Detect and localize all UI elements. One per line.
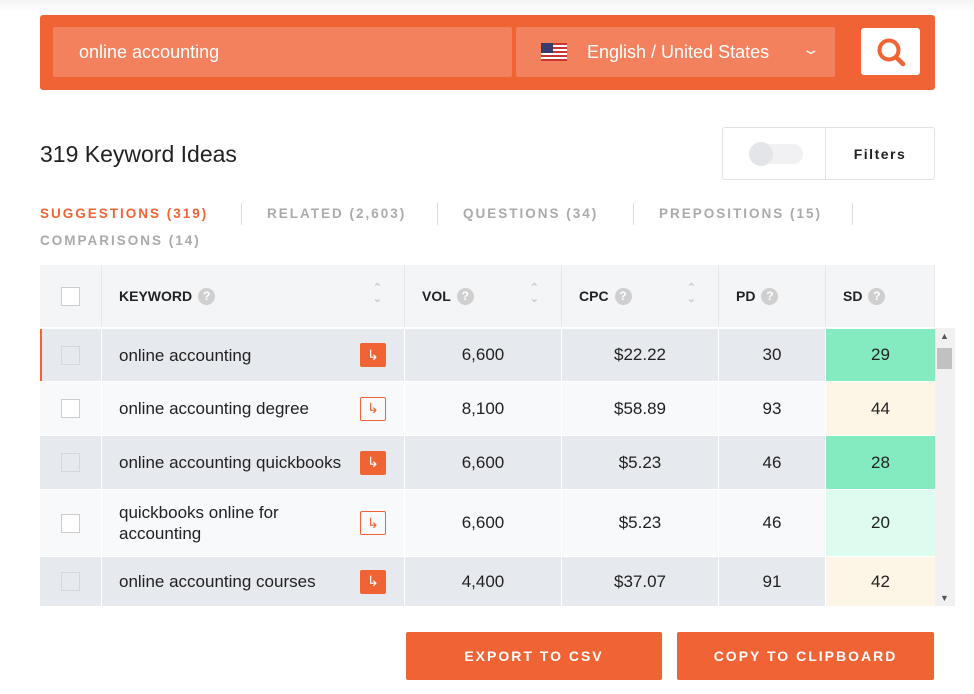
add-to-list-arrow-icon[interactable]: ↳ [360,343,386,367]
export-csv-button[interactable]: EXPORT TO CSV [406,632,662,680]
pd-cell: 91 [719,557,826,606]
page-title: 319 Keyword Ideas [40,141,237,167]
scrollbar-thumb[interactable] [937,348,952,369]
select-all-checkbox[interactable] [61,286,80,306]
filters-panel: Filters [722,127,935,180]
row-checkbox[interactable] [61,345,80,365]
search-bar: English / United States ⌄ [40,15,935,90]
table-row[interactable]: quickbooks online for accounting ↳ 6,600 … [40,489,935,556]
tab-suggestions[interactable]: SUGGESTIONS (319) [40,206,208,221]
col-vol[interactable]: VOL [422,288,451,304]
row-checkbox[interactable] [61,572,80,591]
table-header: KEYWORD? ⌃ ⌄ VOL? ⌃ ⌄ CPC? ⌃ ⌄ PD? SD? [40,265,935,327]
table-row[interactable]: online accounting quickbooks ↳ 6,600 $5.2… [40,435,935,489]
vol-cell: 6,600 [405,436,562,489]
cpc-cell: $5.23 [562,490,719,556]
sd-cell: 44 [826,382,935,435]
vol-cell: 6,600 [405,329,562,381]
col-cpc[interactable]: CPC [579,288,609,304]
pd-cell: 93 [719,382,826,435]
sort-icon[interactable]: ⌃ ⌄ [373,283,382,305]
help-icon[interactable]: ? [456,287,474,305]
copy-clipboard-button[interactable]: COPY TO CLIPBOARD [677,632,934,680]
tab-related[interactable]: RELATED (2,603) [267,206,406,221]
sort-icon[interactable]: ⌃ ⌄ [530,283,539,305]
tab-divider [852,203,853,225]
sd-cell: 28 [826,436,935,489]
cpc-cell: $22.22 [562,329,719,381]
add-to-list-arrow-icon[interactable]: ↳ [360,569,386,594]
top-shadow [0,0,974,12]
row-checkbox[interactable] [61,399,80,418]
cpc-cell: $58.89 [562,382,719,435]
search-button[interactable] [861,28,920,75]
help-icon[interactable]: ? [614,287,632,305]
pd-cell: 30 [719,329,826,381]
scroll-down-icon[interactable]: ▼ [940,593,949,603]
add-to-list-arrow-icon[interactable]: ↳ [360,511,386,535]
pd-cell: 46 [719,490,826,556]
us-flag-icon [541,43,567,61]
locale-label: English / United States [587,41,770,62]
keyword-cell: online accounting [119,345,252,365]
sd-cell: 29 [826,329,935,381]
keyword-input[interactable] [53,27,512,77]
keyword-cell: online accounting quickbooks [119,453,342,472]
keyword-cell: online accounting courses [119,572,316,591]
sort-icon[interactable]: ⌃ ⌄ [687,283,696,305]
row-checkbox[interactable] [61,513,80,533]
row-checkbox[interactable] [61,453,80,472]
keyword-cell: online accounting degree [119,399,309,418]
tab-questions[interactable]: QUESTIONS (34) [463,206,598,221]
sd-cell: 20 [826,490,935,556]
table-row[interactable]: online accounting ↳ 6,600 $22.22 30 29 [40,328,935,381]
pd-cell: 46 [719,436,826,489]
add-to-list-arrow-icon[interactable]: ↳ [360,450,386,475]
vol-cell: 4,400 [405,557,562,606]
help-icon[interactable]: ? [198,287,216,305]
col-sd[interactable]: SD [843,288,862,304]
col-keyword[interactable]: KEYWORD [119,288,192,304]
cpc-cell: $5.23 [562,436,719,489]
help-icon[interactable]: ? [761,287,779,305]
search-icon [877,38,905,66]
scroll-up-icon[interactable]: ▲ [940,331,949,341]
tab-divider [437,203,438,225]
vol-cell: 8,100 [405,382,562,435]
filters-button[interactable]: Filters [825,146,935,162]
filters-toggle[interactable] [749,142,803,166]
locale-select[interactable]: English / United States ⌄ [516,27,835,77]
tab-divider [241,203,242,225]
col-pd[interactable]: PD [736,288,755,304]
sd-cell: 42 [826,557,935,606]
tab-comparisons[interactable]: COMPARISONS (14) [40,233,201,248]
table-row[interactable]: online accounting courses ↳ 4,400 $37.07 … [40,556,935,606]
help-icon[interactable]: ? [868,287,886,305]
tab-divider [633,203,634,225]
vol-cell: 6,600 [405,490,562,556]
chevron-down-icon: ⌄ [801,41,821,57]
cpc-cell: $37.07 [562,557,719,606]
keyword-cell: quickbooks online for accounting [119,503,279,543]
table-row[interactable]: online accounting degree ↳ 8,100 $58.89 9… [40,381,935,435]
scrollbar[interactable]: ▲ ▼ [935,328,955,606]
tab-prepositions[interactable]: PREPOSITIONS (15) [659,206,822,221]
add-to-list-arrow-icon[interactable]: ↳ [360,396,386,421]
